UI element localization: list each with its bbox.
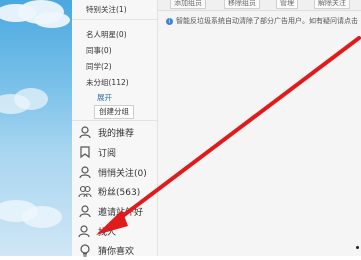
cloud-decoration [22,206,62,228]
nav-item-label: 找人 [98,227,117,238]
user-icon [78,204,92,218]
sidebar: 特别关注(1) 名人明星(0) 同事(0) 同学(2) 未分组(112) 展开 … [72,0,158,259]
sky-background [0,0,72,256]
group-item-ungrouped[interactable]: 未分组(112) [86,77,129,88]
user-list-area [158,28,361,256]
divider [72,120,157,121]
group-item-special[interactable]: 特别关注(1) [86,4,127,15]
main-content: 添加组员 移除组员 管理 解除关注 i 智能反垃圾系统自动清除了部分广告用户。如… [158,0,361,256]
remove-member-button[interactable]: 移除组员 [224,0,260,9]
nav-item-label: 猜你喜欢 [98,246,135,257]
expand-link[interactable]: 展开 [97,92,112,103]
nav-item-guess-you-like[interactable]: 猜你喜欢 [78,241,158,259]
nav-item-find-people[interactable]: 找人 [78,222,158,240]
create-group-button[interactable]: 创建分组 [94,105,134,119]
group-item-colleague[interactable]: 同事(0) [86,45,112,56]
nav-item-label: 粉丝(563) [98,187,141,198]
cloud-decoration [34,12,70,28]
add-member-button[interactable]: 添加组员 [170,0,206,9]
group-item-celebrity[interactable]: 名人明星(0) [86,29,127,40]
nav-item-label: 我的推荐 [98,128,135,139]
toolbar: 添加组员 移除组员 管理 解除关注 [158,0,361,11]
user-search-icon [78,224,92,238]
nav-item-label: 悄悄关注(0) [98,168,147,179]
nav-item-recommend[interactable]: 我的推荐 [78,123,158,141]
nav-item-quiet-follow[interactable]: 悄悄关注(0) [78,163,158,181]
manage-button[interactable]: 管理 [276,0,298,9]
notice-bar: i 智能反垃圾系统自动清除了部分广告用户。如有疑问请点击 [166,16,358,26]
nav-item-fans[interactable]: 粉丝(563) [78,182,158,200]
bulb-icon [78,243,92,257]
nav-item-label: 订阅 [98,148,117,159]
bookmark-icon [78,145,92,159]
nav-item-label: 邀请站外好 [98,207,144,218]
cloud-decoration [14,88,48,110]
users-icon [78,184,92,198]
dot-mark [356,246,359,249]
info-icon: i [166,17,173,25]
divider [72,19,157,20]
user-icon [78,125,92,139]
group-item-classmate[interactable]: 同学(2) [86,61,112,72]
nav-item-subscribe[interactable]: 订阅 [78,143,158,161]
nav-item-invite[interactable]: 邀请站外好 [78,202,158,220]
notice-text: 智能反垃圾系统自动清除了部分广告用户。如有疑问请点击 [176,17,358,25]
unfollow-button[interactable]: 解除关注 [314,0,350,9]
user-icon [78,165,92,179]
